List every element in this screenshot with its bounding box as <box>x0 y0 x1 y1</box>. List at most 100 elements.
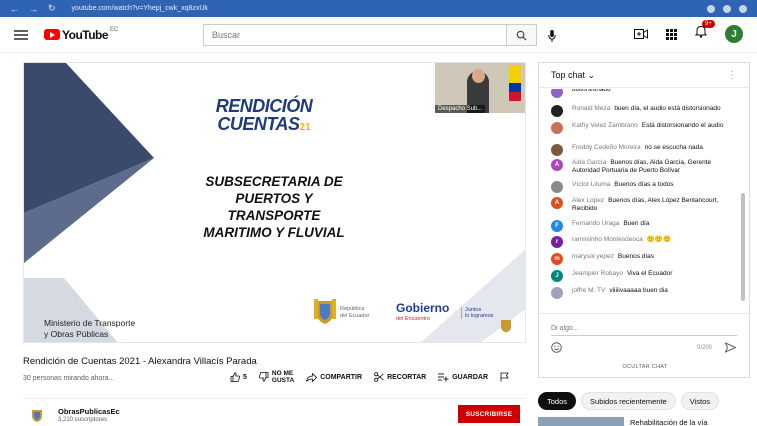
save-label: GUARDAR <box>452 373 488 381</box>
chat-message-text: Está distorsionando el audio <box>641 122 724 129</box>
video-player[interactable]: RENDICIÓN CUENTAS21 SUBSECRETARIA DE PUE… <box>23 62 526 343</box>
chat-message-text: buen día, el audio está distorsionado <box>614 105 721 112</box>
chat-author-avatar: A <box>551 159 563 171</box>
chip-recently-uploaded[interactable]: Subidos recientemente <box>581 392 676 410</box>
cuentas-text: CUENTAS <box>217 114 300 134</box>
extension-icon[interactable] <box>707 4 715 13</box>
chat-author-avatar: m <box>551 253 563 265</box>
subtitle-line: PUERTOS Y <box>235 191 313 206</box>
more-options-icon[interactable]: ⋮ <box>727 70 737 81</box>
voice-search-button[interactable] <box>548 29 556 47</box>
ministerio-line: y Obras Públicas <box>44 329 109 339</box>
address-bar[interactable]: youtube.com/watch?v=Yhepj_cwk_xq8zxUk <box>72 5 208 12</box>
chat-message-text: 🙂🙂🙂 <box>646 236 672 243</box>
dislike-label-line: NO ME <box>271 370 294 377</box>
chat-scrollbar[interactable] <box>741 193 745 301</box>
menu-icon[interactable] <box>14 29 28 40</box>
chat-message-text: no se escucha nada <box>644 144 703 151</box>
youtube-logo[interactable]: YouTube EC <box>44 27 118 42</box>
presenter-webcam: Despacho Sub... <box>435 63 525 113</box>
profile-icon[interactable] <box>723 4 731 13</box>
subtitle-line: SUBSECRETARIA DE <box>205 174 343 189</box>
chip-all[interactable]: Todos <box>538 392 577 410</box>
search-button[interactable] <box>506 25 536 45</box>
chat-message-body: joffre M. TV viiiiivaaaaa buen dia <box>572 287 668 295</box>
dislike-button[interactable]: NO ME GUSTA <box>258 370 294 384</box>
back-icon[interactable]: ← <box>10 4 19 14</box>
reload-icon[interactable]: ↻ <box>48 3 56 14</box>
chat-message: r raminiinho Montesdeoca 🙂🙂🙂 <box>551 236 731 248</box>
juntos-slogan: Juntos lo logramos <box>461 307 493 319</box>
thumbs-up-icon <box>230 372 240 382</box>
ministerio-label: Ministerio de Transporte y Obras Pública… <box>44 318 135 340</box>
thumbs-down-icon <box>258 372 269 382</box>
chat-message: Ronald Meza buen día, el audio está disto… <box>551 105 731 117</box>
rendicion-text: RENDICIÓN <box>215 96 313 116</box>
chat-message-text: Buenos días a todos <box>614 181 674 188</box>
chat-message-body: raminiinho Montesdeoca 🙂🙂🙂 <box>572 236 671 244</box>
send-icon[interactable] <box>725 342 736 353</box>
header-actions: 9+ J <box>634 20 743 43</box>
subscribe-button[interactable]: SUSCRIBIRSE <box>458 405 520 423</box>
presenter-head <box>472 69 485 83</box>
juntos-line: lo logramos <box>465 313 494 319</box>
chat-author-avatar: J <box>551 270 563 282</box>
chat-mode-selector[interactable]: Top chat ⌄ <box>551 70 595 81</box>
gobierno-subtitle: del Encuentro <box>396 316 430 322</box>
subscriber-count: 3,210 suscriptores <box>58 417 108 423</box>
chat-author-name[interactable]: Fernando Uraga <box>572 220 619 227</box>
chat-author-name[interactable]: marysol yepez <box>572 253 614 260</box>
chat-author-avatar <box>551 181 563 193</box>
notifications-button[interactable]: 9+ <box>694 20 715 43</box>
scissors-icon <box>374 372 384 382</box>
chat-author-name[interactable]: Freddy Cedeño Moreira <box>572 144 641 151</box>
forward-icon[interactable]: → <box>29 4 38 14</box>
chat-message: Víctor Lituma Buenos días a todos <box>551 181 731 193</box>
chat-author-name[interactable]: Aida García <box>572 159 606 166</box>
chat-message-body: Ronald Meza buen día, el audio está disto… <box>572 105 721 113</box>
notification-badge: 9+ <box>702 20 715 28</box>
apps-grid-icon[interactable] <box>666 28 677 40</box>
browser-actions <box>707 4 747 13</box>
chat-message-body: Jeampier Robayo Viva el Ecuador <box>572 270 672 278</box>
account-avatar[interactable]: J <box>725 25 743 43</box>
share-button[interactable]: COMPARTIR <box>306 372 362 382</box>
chat-input-area: 0/200 OCULTAR CHAT <box>539 313 751 379</box>
chat-message-body: Freddy Cedeño Moreira no se escucha nada <box>572 144 703 152</box>
chip-watched[interactable]: Vistos <box>680 392 720 410</box>
channel-name[interactable]: ObrasPublicasEc <box>58 407 120 416</box>
emoji-icon[interactable] <box>551 342 562 353</box>
chat-author-name[interactable]: Víctor Lituma <box>572 181 610 188</box>
microphone-icon <box>548 30 556 42</box>
save-button[interactable]: GUARDAR <box>438 373 488 382</box>
chevron-down-icon: ⌄ <box>587 69 596 80</box>
create-video-icon[interactable] <box>634 29 648 39</box>
flag-report-icon[interactable] <box>500 372 509 382</box>
menu-icon[interactable] <box>739 4 747 13</box>
next-video-title[interactable]: Rehabilitación de la vía <box>630 418 708 426</box>
channel-info: ObrasPublicasEc 3,210 suscriptores SUSCR… <box>23 398 526 426</box>
corner-crest-icon <box>501 320 511 333</box>
chat-author-avatar: r <box>551 236 563 248</box>
hide-chat-button[interactable]: OCULTAR CHAT <box>539 364 751 370</box>
chat-message: distorsionado <box>551 89 731 98</box>
chat-message-text: Buen día <box>623 220 650 227</box>
republica-label: República del Ecuador <box>340 306 369 320</box>
clip-button[interactable]: RECORTAR <box>374 372 426 382</box>
chat-author-name[interactable]: Kathy Velez Zambrano <box>572 122 638 129</box>
channel-avatar[interactable] <box>29 407 45 423</box>
search-input[interactable] <box>204 25 506 45</box>
chat-message-input[interactable] <box>551 322 737 336</box>
search-icon <box>516 30 527 41</box>
chat-author-name[interactable]: Ronald Meza <box>572 105 610 112</box>
next-video-thumbnail[interactable] <box>538 417 624 426</box>
chat-author-name[interactable]: raminiinho Montesdeoca <box>572 236 643 243</box>
filter-chips: Todos Subidos recientemente Vistos <box>538 392 720 410</box>
ministerio-line: Ministerio de Transporte <box>44 318 136 328</box>
chat-message-body: Aida García Buenos días, Aida García, Ger… <box>572 159 731 175</box>
chat-message-text: viiiiivaaaaa buen dia <box>609 287 668 294</box>
chat-author-name[interactable]: Alex Lopez <box>572 197 604 204</box>
chat-author-name[interactable]: joffre M. TV <box>572 287 605 294</box>
chat-author-name[interactable]: Jeampier Robayo <box>572 270 623 277</box>
like-button[interactable]: 5 <box>230 372 247 382</box>
